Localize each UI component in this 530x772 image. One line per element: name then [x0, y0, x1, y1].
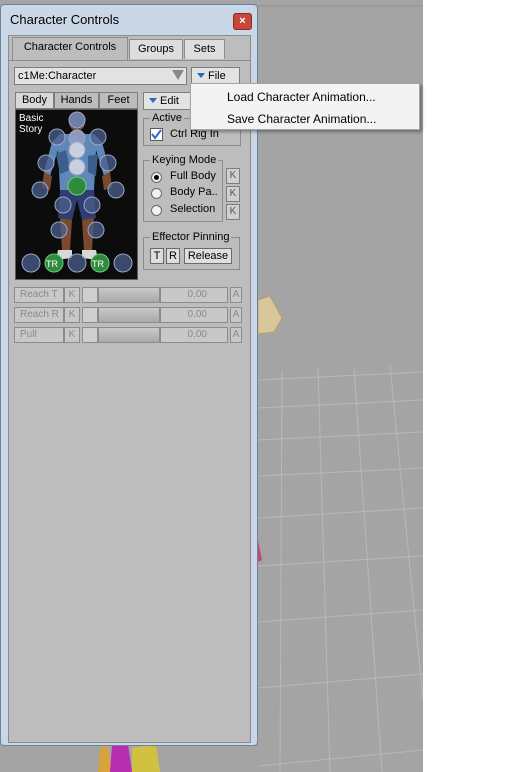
character-select-value: c1Me:Character: [18, 70, 97, 82]
pull-row: Pull K 0.00 A: [14, 327, 242, 343]
window-content: Character Controls Groups Sets c1Me:Char…: [8, 35, 251, 743]
edit-menu-button[interactable]: Edit: [143, 92, 193, 110]
effector-pinning-title: Effector Pinning: [150, 231, 232, 243]
character-figure: [21, 111, 133, 273]
keying-body-part-radio[interactable]: [151, 188, 162, 199]
menu-arrow-icon: [149, 98, 157, 103]
key-selection-button[interactable]: K: [226, 204, 240, 220]
keying-selection-label: Selection: [170, 203, 216, 215]
reach-r-key-button[interactable]: K: [64, 307, 80, 323]
tab-divider: [9, 60, 250, 61]
menu-item-save-character-animation[interactable]: Save Character Animation...: [227, 112, 376, 126]
chevron-down-icon: [172, 70, 184, 80]
ctrl-rig-checkbox[interactable]: [150, 128, 163, 141]
pull-value[interactable]: 0.00: [160, 327, 228, 343]
pin-rotation-button[interactable]: R: [166, 248, 180, 264]
pin-translation-button[interactable]: T: [150, 248, 164, 264]
title-bar[interactable]: Character Controls ×: [1, 5, 257, 31]
tab-character-controls[interactable]: Character Controls: [12, 37, 128, 60]
keying-mode-title: Keying Mode: [150, 154, 219, 166]
tr-label-left: TR: [46, 259, 58, 269]
reach-t-key-button[interactable]: K: [64, 287, 80, 303]
keying-full-body-label: Full Body: [170, 170, 216, 182]
effector-points: [21, 111, 133, 273]
menu-item-load-character-animation[interactable]: Load Character Animation...: [227, 90, 376, 104]
pull-label: Pull: [14, 327, 64, 343]
subtab-hands[interactable]: Hands: [54, 92, 99, 109]
tab-sets[interactable]: Sets: [184, 39, 225, 59]
release-button[interactable]: Release: [184, 248, 232, 264]
file-menu-label: File: [208, 70, 226, 82]
window-title: Character Controls: [10, 12, 120, 27]
pull-slider[interactable]: [98, 327, 160, 343]
close-button[interactable]: ×: [233, 13, 252, 30]
edit-menu-label: Edit: [160, 95, 179, 107]
reach-t-slider-handle[interactable]: [82, 287, 98, 303]
active-group-title: Active: [150, 112, 184, 124]
reach-t-slider[interactable]: [98, 287, 160, 303]
reach-r-row: Reach R K 0.00 A: [14, 307, 242, 323]
key-body-part-button[interactable]: K: [226, 186, 240, 202]
keying-body-part-label: Body Pa..: [170, 186, 218, 198]
reach-t-label: Reach T: [14, 287, 64, 303]
tab-groups[interactable]: Groups: [129, 39, 183, 59]
reach-t-value[interactable]: 0.00: [160, 287, 228, 303]
menu-arrow-icon: [197, 73, 205, 78]
subtab-body[interactable]: Body: [15, 92, 54, 109]
keying-selection-radio[interactable]: [151, 205, 162, 216]
checkmark-icon: [151, 129, 162, 140]
reach-r-slider[interactable]: [98, 307, 160, 323]
reach-r-value[interactable]: 0.00: [160, 307, 228, 323]
keying-full-body-radio[interactable]: [151, 172, 162, 183]
reach-t-row: Reach T K 0.00 A: [14, 287, 242, 303]
pull-key-button[interactable]: K: [64, 327, 80, 343]
desktop-background: [423, 0, 530, 772]
pull-slider-handle[interactable]: [82, 327, 98, 343]
key-full-body-button[interactable]: K: [226, 168, 240, 184]
subtab-feet[interactable]: Feet: [99, 92, 138, 109]
character-select[interactable]: c1Me:Character: [14, 67, 187, 85]
file-dropdown-menu: Load Character Animation... Save Charact…: [190, 83, 420, 130]
character-figure-view[interactable]: Basic Story TR TR: [15, 109, 138, 280]
pull-animate-button[interactable]: A: [230, 327, 242, 343]
tr-label-right: TR: [92, 259, 104, 269]
reach-t-animate-button[interactable]: A: [230, 287, 242, 303]
reach-r-slider-handle[interactable]: [82, 307, 98, 323]
reach-r-animate-button[interactable]: A: [230, 307, 242, 323]
reach-r-label: Reach R: [14, 307, 64, 323]
